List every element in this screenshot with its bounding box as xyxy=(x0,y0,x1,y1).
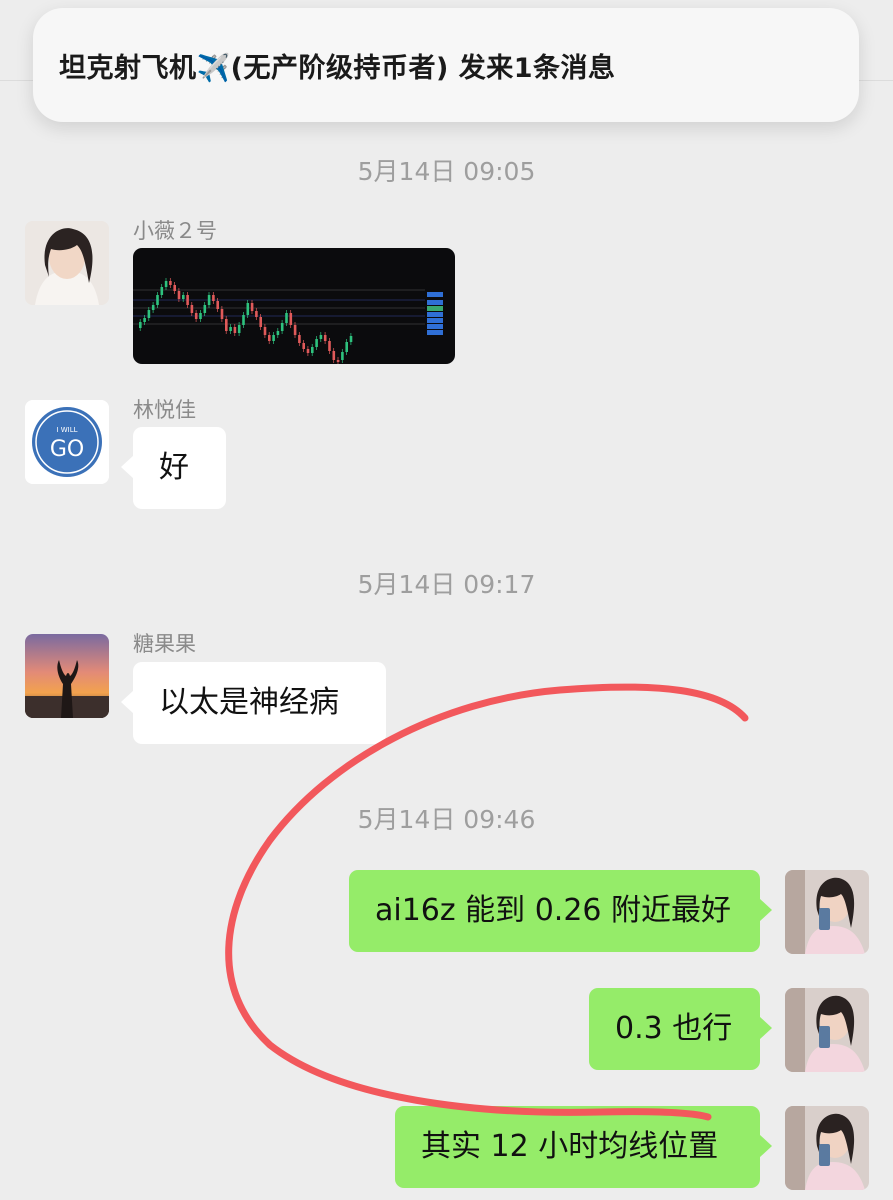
sunset-avatar-icon xyxy=(25,634,109,718)
selfie-avatar-icon xyxy=(785,1106,869,1190)
selfie-avatar-icon xyxy=(785,988,869,1072)
notification-banner[interactable]: 坦克射飞机✈️(无产阶级持币者) 发来1条消息 xyxy=(33,8,859,122)
message-bubble-outgoing[interactable]: ai16z 能到 0.26 附近最好 xyxy=(349,870,772,952)
notification-text: 坦克射飞机✈️(无产阶级持币者) 发来1条消息 xyxy=(59,53,616,84)
logo-caption: I WILL xyxy=(56,426,77,434)
selfie-avatar-icon xyxy=(785,870,869,954)
sender-name: 小薇２号 xyxy=(133,219,217,243)
avatar-sender-2[interactable]: I WILL GO xyxy=(25,400,109,484)
sender-name: 林悦佳 xyxy=(133,398,196,422)
candlestick-thumbnail xyxy=(133,278,443,364)
message-bubble-outgoing[interactable]: 0.3 也行 xyxy=(589,988,772,1070)
avatar-self[interactable] xyxy=(785,870,869,954)
avatar-sender-1[interactable] xyxy=(25,221,109,305)
message-bubble[interactable]: 好 xyxy=(121,427,226,509)
avatar-self[interactable] xyxy=(785,1106,869,1190)
avatar-sender-3[interactable] xyxy=(25,634,109,718)
message-bubble[interactable]: 以太是神经病 xyxy=(121,662,386,744)
logo-word: GO xyxy=(50,437,84,462)
avatar-self[interactable] xyxy=(785,988,869,1072)
timestamp: 5月14日 09:05 xyxy=(357,157,536,186)
timestamp: 5月14日 09:17 xyxy=(357,570,536,599)
timestamp: 5月14日 09:46 xyxy=(357,805,536,834)
chart-screenshot-image[interactable] xyxy=(133,248,455,364)
portrait-avatar-icon xyxy=(25,221,109,305)
go-logo-icon: I WILL GO xyxy=(25,400,109,484)
message-bubble-outgoing[interactable]: 其实 12 小时均线位置 xyxy=(395,1106,772,1188)
sender-name: 糖果果 xyxy=(133,632,196,656)
